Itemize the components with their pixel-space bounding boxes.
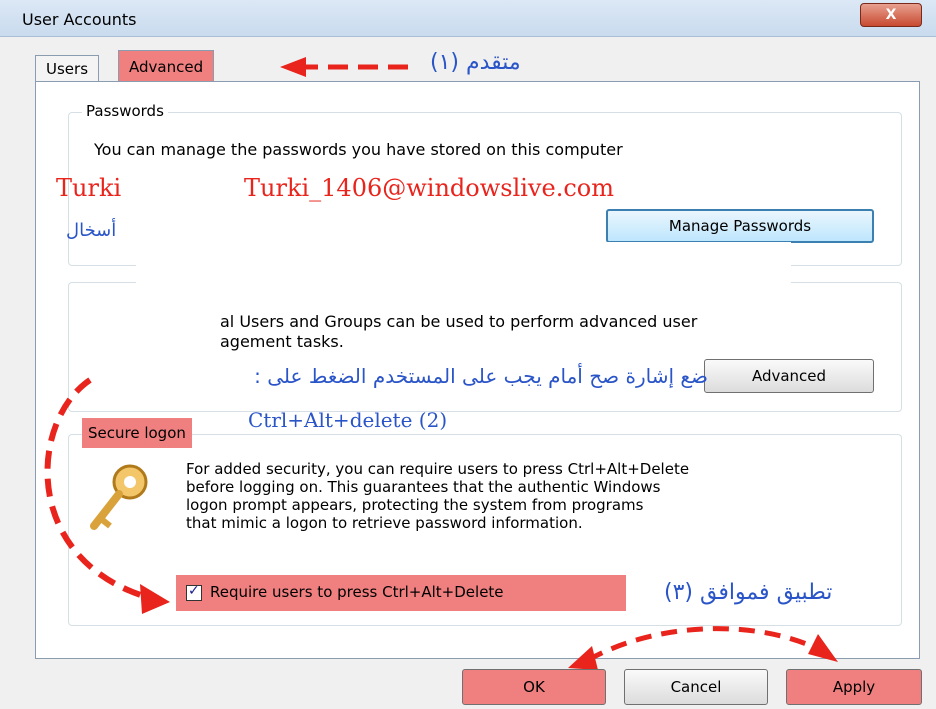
ok-button[interactable]: OK — [462, 669, 606, 705]
annotation-arrows — [44, 377, 838, 670]
user-accounts-window: User Accounts X Users Advanced متقدم (١)… — [0, 0, 936, 709]
cancel-button[interactable]: Cancel — [624, 669, 768, 705]
apply-button[interactable]: Apply — [786, 669, 922, 705]
